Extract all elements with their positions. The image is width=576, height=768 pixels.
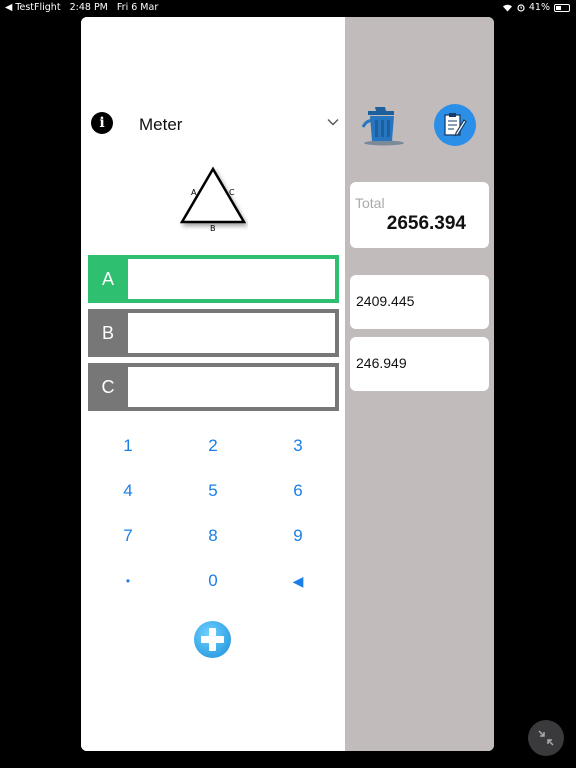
back-to-app-link[interactable]: ◀ TestFlight <box>5 2 61 13</box>
key-5[interactable]: 5 <box>188 476 238 506</box>
key-2[interactable]: 2 <box>188 431 238 461</box>
collapse-icon[interactable] <box>528 720 564 756</box>
app-window: i Meter A C B A B C 1 2 3 4 5 6 7 8 9 • … <box>81 17 494 751</box>
key-4[interactable]: 4 <box>103 476 153 506</box>
total-label: Total <box>355 195 385 211</box>
unit-select-value: Meter <box>139 115 183 134</box>
side-b-input[interactable] <box>128 309 339 357</box>
status-date: Fri 6 Mar <box>116 2 159 13</box>
key-backspace[interactable]: ◀ <box>273 566 323 596</box>
key-0[interactable]: 0 <box>188 566 238 596</box>
side-c-field[interactable]: C <box>88 363 339 411</box>
status-bar: ◀ TestFlight 2:48 PM Fri 6 Mar 41% <box>0 0 576 16</box>
side-b-field[interactable]: B <box>88 309 339 357</box>
battery-icon <box>554 3 570 12</box>
key-decimal[interactable]: • <box>103 566 153 596</box>
triangle-label-a: A <box>191 188 197 197</box>
key-8[interactable]: 8 <box>188 521 238 551</box>
battery-percent: 41% <box>528 2 550 13</box>
total-value: 2656.394 <box>386 213 466 234</box>
input-panel: i Meter A C B A B C 1 2 3 4 5 6 7 8 9 • … <box>81 17 345 751</box>
status-time: 2:48 PM <box>69 2 108 13</box>
results-panel: Total 2656.394 2409.445 246.949 <box>345 17 494 751</box>
chevron-down-icon <box>327 119 339 126</box>
key-7[interactable]: 7 <box>103 521 153 551</box>
side-a-input[interactable] <box>128 255 339 303</box>
trash-icon[interactable] <box>361 103 407 149</box>
info-icon[interactable]: i <box>91 112 113 134</box>
side-b-label: B <box>88 309 128 357</box>
result-value: 2409.445 <box>356 293 415 309</box>
alarm-icon <box>517 4 525 12</box>
key-6[interactable]: 6 <box>273 476 323 506</box>
key-3[interactable]: 3 <box>273 431 323 461</box>
side-a-label: A <box>88 255 128 303</box>
side-a-field[interactable]: A <box>88 255 339 303</box>
key-1[interactable]: 1 <box>103 431 153 461</box>
notes-icon[interactable] <box>434 104 476 146</box>
result-card: 246.949 <box>350 337 489 391</box>
triangle-label-c: C <box>229 188 235 197</box>
result-value: 246.949 <box>356 355 407 371</box>
side-c-input[interactable] <box>128 363 339 411</box>
result-card: 2409.445 <box>350 275 489 329</box>
total-card: Total 2656.394 <box>350 182 489 248</box>
add-icon[interactable] <box>194 621 231 658</box>
side-c-label: C <box>88 363 128 411</box>
unit-select[interactable]: Meter <box>139 107 339 139</box>
wifi-icon <box>502 4 512 12</box>
triangle-diagram: A C B <box>179 166 247 233</box>
key-9[interactable]: 9 <box>273 521 323 551</box>
triangle-label-b: B <box>210 224 216 233</box>
